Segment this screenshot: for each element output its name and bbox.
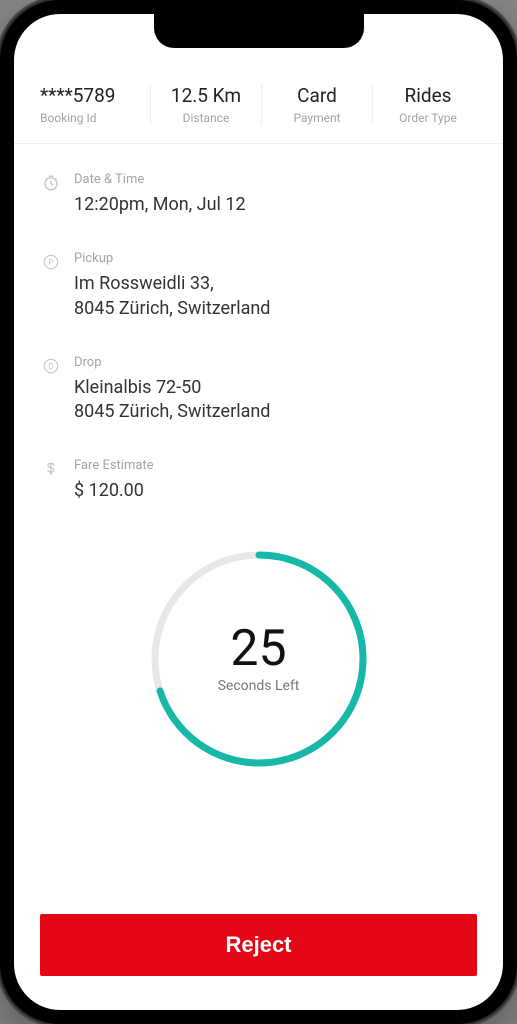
stat-value: Rides xyxy=(373,84,483,107)
timer-seconds: 25 xyxy=(230,624,286,674)
reject-button[interactable]: Reject xyxy=(40,914,477,976)
row-fare: Fare Estimate $ 120.00 xyxy=(42,458,475,503)
stat-payment: Card Payment xyxy=(261,84,372,125)
stat-label: Distance xyxy=(151,111,261,125)
fare-value: $ 120.00 xyxy=(74,479,475,503)
drop-value: Kleinalbis 72-50 8045 Zürich, Switzerlan… xyxy=(74,376,475,425)
stat-booking-id: ****5789 Booking Id xyxy=(34,84,150,125)
stat-value: Card xyxy=(262,84,372,107)
drop-icon: D xyxy=(42,357,60,425)
stat-value: ****5789 xyxy=(40,84,150,107)
timer-label: Seconds Left xyxy=(218,678,300,694)
fare-label: Fare Estimate xyxy=(74,458,475,473)
row-pickup: P Pickup Im Rossweidli 33, 8045 Zürich, … xyxy=(42,251,475,321)
stat-label: Booking Id xyxy=(40,111,150,125)
datetime-value: 12:20pm, Mon, Jul 12 xyxy=(74,193,475,217)
stat-label: Order Type xyxy=(373,111,483,125)
stats-bar: ****5789 Booking Id 12.5 Km Distance Car… xyxy=(14,74,503,144)
svg-text:P: P xyxy=(48,258,53,268)
row-drop: D Drop Kleinalbis 72-50 8045 Zürich, Swi… xyxy=(42,355,475,425)
stat-label: Payment xyxy=(262,111,372,125)
datetime-label: Date & Time xyxy=(74,172,475,187)
row-datetime: Date & Time 12:20pm, Mon, Jul 12 xyxy=(42,172,475,217)
pickup-value: Im Rossweidli 33, 8045 Zürich, Switzerla… xyxy=(74,272,475,321)
svg-text:D: D xyxy=(48,362,53,372)
clock-icon xyxy=(42,174,60,217)
pickup-icon: P xyxy=(42,253,60,321)
countdown-timer[interactable]: 25 Seconds Left xyxy=(144,544,374,774)
pickup-label: Pickup xyxy=(74,251,475,266)
stat-order-type: Rides Order Type xyxy=(372,84,483,125)
stat-distance: 12.5 Km Distance xyxy=(150,84,261,125)
device-notch xyxy=(154,14,364,48)
stat-value: 12.5 Km xyxy=(151,84,261,107)
drop-label: Drop xyxy=(74,355,475,370)
dollar-icon xyxy=(42,460,60,503)
